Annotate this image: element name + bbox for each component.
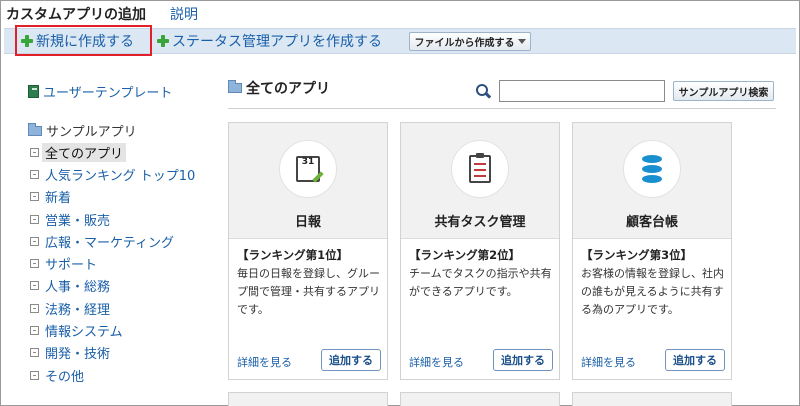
category-item-label: サポート bbox=[45, 258, 98, 274]
app-card-add-button[interactable]: 追加する bbox=[493, 349, 553, 371]
database-disc bbox=[642, 165, 662, 173]
category-item-label: 広報・マーケティング bbox=[45, 235, 174, 251]
category-item-dev[interactable]: 開発・技術 bbox=[30, 342, 195, 364]
category-item-hr[interactable]: 人事・総務 bbox=[30, 275, 195, 297]
app-card-header: 顧客台帳 bbox=[573, 123, 731, 239]
category-item-all[interactable]: 全てのアプリ bbox=[30, 141, 195, 163]
app-icon-circle: 31 bbox=[279, 140, 337, 198]
sample-app-search-button[interactable]: サンプルアプリ検索 bbox=[673, 81, 774, 101]
app-icon-circle bbox=[451, 140, 509, 198]
app-card-rank: 【ランキング第1位】 bbox=[237, 248, 349, 262]
category-tree: 全てのアプリ 人気ランキング トップ10 新着 営業・販売 広報・マーケティング… bbox=[30, 141, 195, 386]
database-disc bbox=[642, 175, 662, 183]
category-item-other[interactable]: その他 bbox=[30, 364, 195, 386]
create-new-button[interactable]: 新規に作成する bbox=[15, 25, 152, 56]
category-item-marketing[interactable]: 広報・マーケティング bbox=[30, 230, 195, 252]
app-card-header: 31 日報 bbox=[229, 123, 387, 239]
section-divider bbox=[228, 108, 776, 109]
app-card-name: 顧客台帳 bbox=[625, 215, 678, 230]
category-item-label: その他 bbox=[45, 369, 85, 385]
app-card-detail-link[interactable]: 詳細を見る bbox=[581, 354, 636, 370]
category-item-label: 営業・販売 bbox=[45, 213, 111, 229]
category-item-ranking[interactable]: 人気ランキング トップ10 bbox=[30, 163, 195, 185]
app-card-partial bbox=[228, 392, 388, 406]
category-item-it[interactable]: 情報システム bbox=[30, 319, 195, 341]
category-item-new[interactable]: 新着 bbox=[30, 186, 195, 208]
toolbar: 新規に作成する ステータス管理アプリを作成する ファイルから作成する bbox=[4, 25, 796, 56]
collapse-box-icon bbox=[30, 259, 39, 269]
category-item-label: 新着 bbox=[45, 191, 72, 207]
user-template-link[interactable]: ユーザーテンプレート bbox=[28, 82, 172, 101]
create-status-app-button[interactable]: ステータス管理アプリを作成する bbox=[157, 29, 382, 53]
collapse-box-icon bbox=[30, 214, 39, 224]
collapse-box-icon bbox=[30, 192, 39, 202]
checklist-line bbox=[474, 175, 486, 177]
calendar-icon: 31 bbox=[296, 156, 324, 183]
app-card: 31 日報 【ランキング第1位】 毎日の日報を登録し、グループ間で管理・共有する… bbox=[228, 122, 388, 380]
app-card-description: お客様の情報を登録し、社内の誰もが見えるように共有する為のアプリです。 bbox=[581, 267, 724, 316]
section-title: 全てのアプリ bbox=[246, 81, 330, 97]
create-from-file-label: ファイルから作成する bbox=[414, 38, 515, 49]
create-status-app-label: ステータス管理アプリを作成する bbox=[172, 34, 382, 50]
app-card-detail-link[interactable]: 詳細を見る bbox=[409, 354, 464, 370]
collapse-box-icon bbox=[30, 169, 39, 179]
app-card-add-button[interactable]: 追加する bbox=[665, 349, 725, 371]
category-item-label: 全てのアプリ bbox=[42, 142, 127, 162]
page-title: カスタムアプリの追加 bbox=[6, 7, 146, 23]
folder-icon bbox=[28, 122, 42, 136]
category-item-label: 人事・総務 bbox=[45, 280, 111, 296]
category-item-label: 法務・経理 bbox=[45, 302, 111, 318]
app-card-partial bbox=[572, 392, 732, 406]
checklist-line bbox=[474, 169, 486, 171]
category-item-legal[interactable]: 法務・経理 bbox=[30, 297, 195, 319]
app-card-description: チームでタスクの指示や共有ができるアプリです。 bbox=[409, 267, 552, 298]
category-item-label: 人気ランキング トップ10 bbox=[45, 168, 196, 184]
create-from-file-dropdown[interactable]: ファイルから作成する bbox=[409, 32, 531, 51]
database-disc bbox=[642, 155, 662, 163]
pen-icon bbox=[312, 171, 324, 183]
collapse-box-icon bbox=[30, 303, 39, 313]
category-item-label: 情報システム bbox=[45, 325, 123, 341]
collapse-box-icon bbox=[30, 326, 39, 336]
search-icon[interactable] bbox=[476, 84, 490, 98]
create-new-label: 新規に作成する bbox=[36, 33, 134, 50]
plus-icon bbox=[21, 34, 33, 47]
checklist-line bbox=[474, 163, 486, 165]
collapse-box-icon bbox=[30, 370, 39, 380]
app-card-name: 共有タスク管理 bbox=[434, 215, 526, 230]
collapse-box-icon bbox=[30, 147, 39, 157]
app-icon-circle bbox=[623, 140, 681, 198]
app-card-description: 毎日の日報を登録し、グループ間で管理・共有するアプリです。 bbox=[237, 267, 380, 316]
calendar-number: 31 bbox=[301, 157, 315, 167]
app-card-rank: 【ランキング第2位】 bbox=[409, 248, 521, 262]
user-template-label: ユーザーテンプレート bbox=[43, 86, 173, 101]
section-header: 全てのアプリ bbox=[228, 78, 330, 98]
search-input[interactable] bbox=[499, 80, 665, 102]
collapse-box-icon bbox=[30, 281, 39, 291]
plus-icon bbox=[157, 35, 169, 47]
category-item-label: 開発・技術 bbox=[45, 347, 111, 363]
sample-apps-root-label: サンプルアプリ bbox=[46, 125, 137, 140]
help-link[interactable]: 説明 bbox=[170, 4, 198, 24]
app-card-add-button[interactable]: 追加する bbox=[321, 349, 381, 371]
title-row: カスタムアプリの追加 説明 bbox=[6, 4, 198, 24]
checklist-icon bbox=[469, 153, 491, 183]
category-item-sales[interactable]: 営業・販売 bbox=[30, 208, 195, 230]
folder-icon bbox=[228, 80, 242, 93]
app-card: 共有タスク管理 【ランキング第2位】 チームでタスクの指示や共有ができるアプリで… bbox=[400, 122, 560, 380]
app-card-partial bbox=[400, 392, 560, 406]
sample-apps-root: サンプルアプリ bbox=[28, 121, 137, 140]
app-card-header: 共有タスク管理 bbox=[401, 123, 559, 239]
caret-down-icon bbox=[517, 39, 526, 44]
collapse-box-icon bbox=[30, 236, 39, 246]
template-book-icon bbox=[28, 85, 39, 98]
database-icon bbox=[642, 155, 662, 183]
app-card-rank: 【ランキング第3位】 bbox=[581, 248, 693, 262]
app-card-name: 日報 bbox=[294, 215, 321, 230]
app-card-detail-link[interactable]: 詳細を見る bbox=[237, 354, 292, 370]
collapse-box-icon bbox=[30, 348, 39, 358]
category-item-support[interactable]: サポート bbox=[30, 252, 195, 274]
app-card: 顧客台帳 【ランキング第3位】 お客様の情報を登録し、社内の誰もが見えるように共… bbox=[572, 122, 732, 380]
